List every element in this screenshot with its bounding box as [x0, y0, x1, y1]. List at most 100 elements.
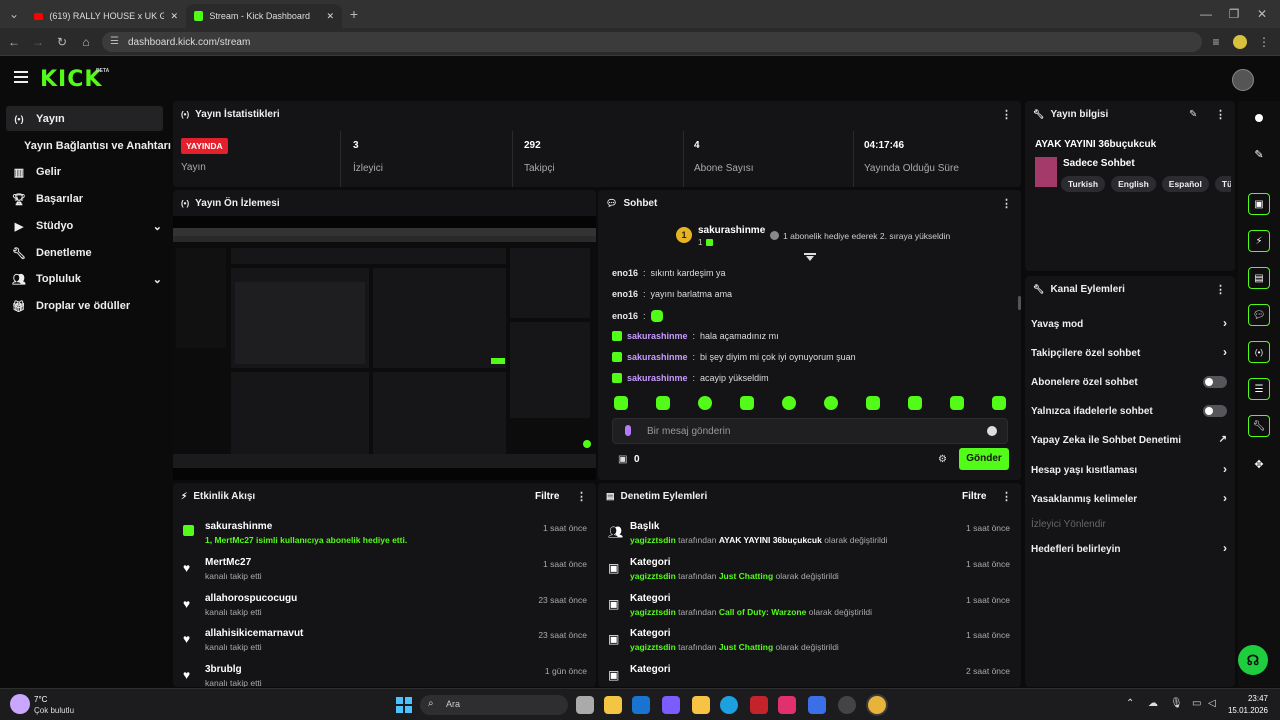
hamburger-menu-icon[interactable] — [14, 71, 28, 83]
taskbar-search[interactable]: ⌕ Ara — [420, 695, 568, 715]
new-tab-icon[interactable]: + — [346, 6, 362, 22]
emote-icon[interactable] — [782, 396, 796, 410]
chat-username[interactable]: eno16 — [612, 289, 638, 299]
broadcast-icon[interactable]: (•) — [1248, 341, 1270, 363]
puzzle-icon[interactable]: ✥ — [1248, 453, 1270, 475]
profile-icon[interactable] — [1232, 34, 1248, 50]
sidebar-item-gelir[interactable]: ▥ Gelir — [12, 161, 61, 183]
maximize-icon[interactable]: ❐ — [1226, 6, 1242, 22]
more-options-icon[interactable]: ⋮ — [576, 491, 587, 503]
weather-icon[interactable] — [10, 694, 30, 714]
site-info-icon[interactable]: ☰ — [110, 36, 119, 47]
app-icon[interactable] — [808, 696, 826, 714]
action-account-age[interactable]: Hesap yaşı kısıtlaması › — [1031, 460, 1227, 480]
network-icon[interactable]: ▭ — [1192, 698, 1201, 709]
edit-pencil-icon[interactable]: ✎ — [1189, 109, 1197, 120]
activity-user[interactable]: allahorospucocugu — [205, 593, 297, 604]
sidebar-item-basarilar[interactable]: 🏆︎ Başarılar — [12, 188, 83, 210]
more-options-icon[interactable]: ⋮ — [1001, 491, 1012, 503]
emote-only-toggle[interactable] — [1203, 405, 1227, 417]
subs-only-toggle[interactable] — [1203, 376, 1227, 388]
reload-icon[interactable]: ↻ — [54, 34, 70, 50]
filter-button[interactable]: Filtre — [962, 491, 986, 502]
app-icon[interactable] — [838, 696, 856, 714]
chat-username[interactable]: sakurashinme — [627, 331, 688, 341]
settings-gear-icon[interactable]: ⚙ — [938, 454, 947, 465]
emoji-icon[interactable] — [987, 426, 997, 436]
wrench-icon[interactable]: 🔧︎ — [1248, 415, 1270, 437]
forward-icon[interactable]: → — [30, 34, 46, 50]
chat-username[interactable]: sakurashinme — [627, 373, 688, 383]
sidebar-item-stream-key[interactable]: Yayın Bağlantısı ve Anahtarı — [24, 135, 171, 157]
minimize-icon[interactable]: — — [1198, 6, 1214, 22]
browser-menu-icon[interactable]: ⋮ — [1256, 34, 1272, 50]
more-options-icon[interactable]: ⋮ — [1215, 284, 1226, 296]
back-icon[interactable]: ← — [6, 34, 22, 50]
file-explorer-icon[interactable] — [692, 696, 710, 714]
tab-kick-dashboard[interactable]: Stream - Kick Dashboard ✕ — [186, 4, 342, 28]
chevron-down-icon[interactable]: ⌄ — [153, 273, 162, 286]
more-options-icon[interactable]: ⋮ — [1001, 198, 1012, 210]
collapse-arrow-icon[interactable] — [804, 253, 816, 261]
lightning-icon[interactable]: ⚡︎ — [1248, 230, 1270, 252]
activity-user[interactable]: allahisikicemarnavut — [205, 628, 303, 639]
close-icon[interactable]: ✕ — [326, 11, 334, 22]
clip-icon[interactable]: ▣ — [1248, 193, 1270, 215]
tab-list-icon[interactable]: ⌄ — [6, 6, 22, 22]
emote-icon[interactable] — [824, 396, 838, 410]
photos-icon[interactable] — [662, 696, 680, 714]
activity-user[interactable]: sakurashinme — [205, 521, 272, 532]
home-icon[interactable]: ⌂ — [78, 34, 94, 50]
filter-button[interactable]: Filtre — [535, 491, 559, 502]
emote-icon[interactable] — [740, 396, 754, 410]
sidebar-item-droplar[interactable]: 🎁︎ Droplar ve ödüller — [12, 295, 130, 317]
close-icon[interactable]: ✕ — [170, 11, 178, 22]
kick-logo[interactable]: KICK — [40, 67, 102, 92]
clock-time[interactable]: 23:47 — [1222, 694, 1268, 703]
app-icon[interactable] — [750, 696, 768, 714]
emote-icon[interactable] — [908, 396, 922, 410]
window-close-icon[interactable]: ✕ — [1254, 6, 1270, 22]
tag[interactable]: English — [1111, 176, 1156, 192]
edit-pencil-icon[interactable]: ✎ — [1248, 143, 1270, 165]
tag[interactable]: Turkish — [1061, 176, 1106, 192]
tab-youtube[interactable]: (619) RALLY HOUSE x UK GARA ✕ — [26, 4, 186, 28]
more-options-icon[interactable]: ⋮ — [1001, 109, 1012, 121]
tag[interactable]: Türkç — [1214, 176, 1231, 192]
edge-icon[interactable] — [720, 696, 738, 714]
chrome-icon[interactable] — [868, 696, 886, 714]
action-set-goals[interactable]: Hedefleri belirleyin › — [1031, 539, 1227, 559]
emote-icon[interactable] — [950, 396, 964, 410]
chat-username[interactable]: eno16 — [612, 311, 638, 321]
action-followers-only[interactable]: Takipçilere özel sohbet › — [1031, 343, 1227, 363]
emote-icon[interactable] — [992, 396, 1006, 410]
sidebar-item-denetleme[interactable]: 🔧︎ Denetleme — [12, 242, 92, 264]
tag[interactable]: Español — [1161, 176, 1209, 192]
store-icon[interactable] — [604, 696, 622, 714]
emote-icon[interactable] — [656, 396, 670, 410]
activity-user[interactable]: MertMc27 — [205, 557, 251, 568]
preview-video[interactable] — [173, 216, 596, 480]
outlook-icon[interactable] — [632, 696, 650, 714]
chat-bubble-icon[interactable]: 💬︎ — [1248, 304, 1270, 326]
points-icon[interactable]: ▣ — [618, 454, 627, 465]
chat-input[interactable]: Bir mesaj gönderin — [612, 418, 1008, 444]
action-slow-mode[interactable]: Yavaş mod › — [1031, 314, 1227, 334]
support-headset-icon[interactable]: ☊ — [1238, 645, 1268, 675]
emote-icon[interactable] — [614, 396, 628, 410]
microphone-icon[interactable]: 🎙︎ — [1170, 698, 1183, 709]
emote-icon[interactable] — [698, 396, 712, 410]
more-options-icon[interactable]: ⋮ — [1215, 109, 1226, 121]
clock-date[interactable]: 15.01.2026 — [1222, 706, 1268, 715]
chevron-down-icon[interactable]: ⌄ — [153, 220, 162, 233]
chat-scrollbar[interactable] — [1018, 296, 1021, 310]
windows-start-icon[interactable] — [396, 697, 412, 713]
info-icon[interactable] — [1248, 107, 1270, 129]
action-ai-moderation[interactable]: Yapay Zeka ile Sohbet Denetimi ↗ — [1031, 430, 1227, 450]
document-icon[interactable]: ▤ — [1248, 267, 1270, 289]
user-avatar[interactable] — [1232, 69, 1254, 91]
sidebar-item-topluluk[interactable]: 👥︎ Topluluk ⌄ — [12, 268, 162, 290]
tab-search-icon[interactable]: ≡ — [1208, 34, 1224, 50]
cloud-icon[interactable]: ☁ — [1148, 698, 1158, 709]
send-button[interactable]: Gönder — [959, 448, 1009, 470]
